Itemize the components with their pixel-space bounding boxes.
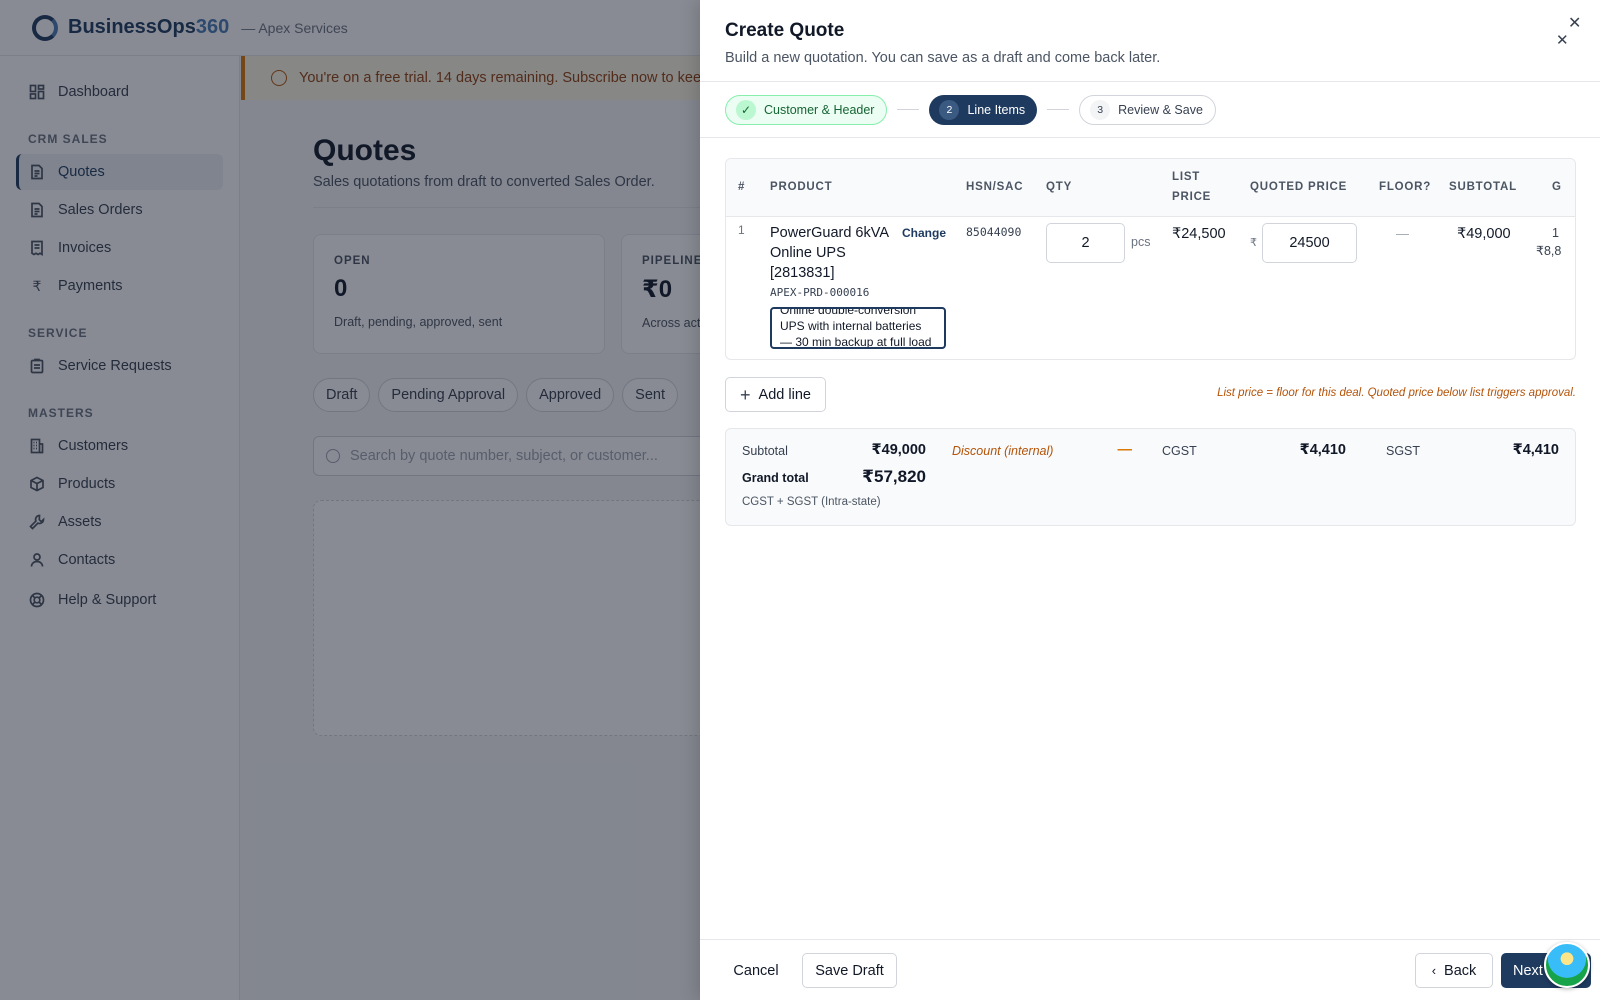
col-header-num: # — [738, 181, 746, 193]
cancel-button[interactable]: Cancel — [725, 953, 787, 988]
step-review-save[interactable]: 3 Review & Save — [1079, 94, 1216, 125]
col-header-hsn: HSN/SAC — [966, 181, 1024, 193]
table-header: # PRODUCT HSN/SAC QTY LIST PRICE QUOTED P… — [726, 159, 1575, 217]
chevron-left-icon: ‹ — [1431, 963, 1437, 978]
line-items-table: # PRODUCT HSN/SAC QTY LIST PRICE QUOTED P… — [725, 158, 1576, 360]
add-line-button[interactable]: + Add line — [725, 377, 826, 412]
cgst-label: CGST — [1162, 444, 1197, 458]
check-icon: ✓ — [736, 99, 756, 120]
assistant-avatar-icon[interactable] — [1544, 942, 1590, 988]
add-line-label: Add line — [758, 386, 811, 403]
tax-mode: CGST + SGST (Intra-state) — [742, 496, 881, 508]
subtotal-value: ₹49,000 — [871, 442, 926, 458]
quoted-price-input[interactable]: 24500 — [1262, 223, 1357, 263]
floor-indicator: — — [1396, 226, 1409, 241]
product-sku: APEX-PRD-000016 — [770, 286, 870, 299]
col-header-gst: G — [1552, 181, 1562, 193]
col-header-subtotal: SUBTOTAL — [1449, 181, 1517, 193]
currency-symbol: ₹ — [1250, 237, 1257, 249]
step-number: 3 — [1090, 99, 1111, 120]
quantity-input[interactable]: 2 — [1046, 223, 1125, 263]
drawer-header: Create Quote Build a new quotation. You … — [700, 0, 1600, 82]
drawer-footer: Cancel Save Draft ‹ Back Next — [700, 939, 1600, 1000]
step-line-items[interactable]: 2 Line Items — [929, 94, 1038, 125]
list-price: ₹24,500 — [1172, 226, 1226, 242]
subtotal-label: Subtotal — [742, 444, 788, 458]
step-connector — [1047, 109, 1070, 110]
step-label: Review & Save — [1118, 102, 1203, 117]
product-name: PowerGuard 6kVA Online UPS [2813831] — [770, 225, 890, 281]
sgst-label: SGST — [1386, 444, 1421, 458]
description-textarea[interactable]: Online double-conversion UPS with intern… — [770, 307, 946, 349]
change-product-link[interactable]: Change — [902, 226, 946, 240]
close-drawer-button[interactable]: ✕ — [1556, 33, 1569, 48]
step-number: 2 — [939, 99, 960, 120]
col-header-qty: QTY — [1046, 181, 1073, 193]
pricing-note: List price = floor for this deal. Quoted… — [1217, 387, 1576, 399]
col-header-quoted-price: QUOTED PRICE — [1250, 181, 1348, 193]
gst-percent: 1 — [1552, 226, 1559, 240]
line-subtotal: ₹49,000 — [1457, 226, 1511, 242]
step-label: Customer & Header — [764, 102, 875, 117]
plus-icon: + — [740, 384, 751, 405]
drawer-title: Create Quote — [725, 20, 845, 41]
col-header-floor: FLOOR? — [1379, 181, 1432, 193]
close-icon[interactable]: ✕ — [1568, 16, 1581, 32]
cgst-value: ₹4,410 — [1299, 442, 1346, 458]
save-draft-button[interactable]: Save Draft — [802, 953, 897, 988]
grand-total-label: Grand total — [742, 471, 809, 485]
quantity-unit: pcs — [1131, 235, 1151, 249]
col-header-list-price: LIST PRICE — [1172, 171, 1212, 203]
row-number: 1 — [738, 223, 745, 237]
discount-value: — — [1117, 442, 1133, 458]
totals-panel: Subtotal ₹49,000 Discount (internal) — C… — [725, 428, 1576, 526]
discount-label: Discount (internal) — [952, 444, 1054, 458]
step-label: Line Items — [967, 102, 1026, 117]
drawer-subtitle: Build a new quotation. You can save as a… — [725, 50, 1161, 66]
back-button[interactable]: ‹ Back — [1415, 953, 1493, 988]
hsn-code: 85044090 — [966, 225, 1022, 239]
sgst-value: ₹4,410 — [1512, 442, 1559, 458]
col-header-product: PRODUCT — [770, 181, 833, 193]
create-quote-drawer: Create Quote Build a new quotation. You … — [700, 0, 1600, 1000]
step-customer-header[interactable]: ✓ Customer & Header — [725, 94, 888, 125]
gst-amount: ₹8,8 — [1536, 244, 1562, 258]
step-connector — [897, 109, 920, 110]
grand-total-value: ₹57,820 — [862, 467, 926, 486]
wizard-steps: ✓ Customer & Header 2 Line Items 3 Revie… — [700, 82, 1600, 138]
